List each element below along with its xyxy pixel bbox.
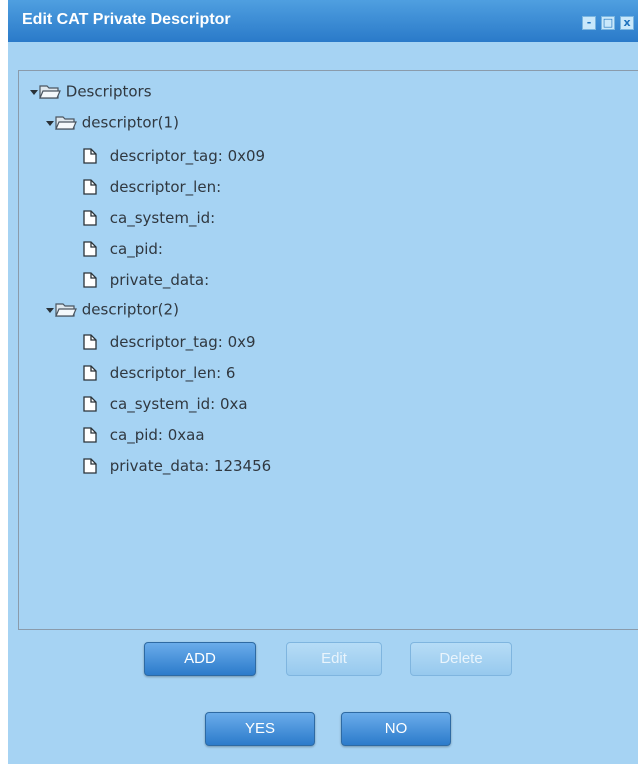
tree-leaf-ca-system-id[interactable]: ca_system_id: 0xa <box>83 391 248 415</box>
file-icon <box>83 364 97 381</box>
tree-node-label: descriptor(1) <box>81 113 179 132</box>
edit-cat-private-descriptor-window: Edit CAT Private Descriptor - □ x Descri… <box>8 0 638 764</box>
tree-leaf-descriptor-len[interactable]: descriptor_len: <box>83 174 221 198</box>
expand-arrow-icon[interactable] <box>29 87 39 97</box>
file-icon <box>83 271 97 288</box>
tree-leaf-label: private_data: 123456 <box>109 456 272 475</box>
tree-leaf-ca-pid[interactable]: ca_pid: 0xaa <box>83 422 205 446</box>
close-button[interactable]: x <box>620 16 634 30</box>
tree-leaf-label: ca_system_id: <box>109 208 216 227</box>
tree-leaf-descriptor-tag[interactable]: descriptor_tag: 0x9 <box>83 329 256 353</box>
file-icon <box>83 333 97 350</box>
tree-node-label: descriptor(2) <box>81 300 179 319</box>
folder-open-icon <box>55 115 77 130</box>
tree-leaf-label: ca_pid: 0xaa <box>109 425 205 444</box>
close-icon: x <box>623 16 631 29</box>
folder-open-icon <box>55 302 77 317</box>
tree-node-descriptors[interactable]: Descriptors <box>29 79 152 103</box>
file-icon <box>83 457 97 474</box>
tree-leaf-private-data[interactable]: private_data: 123456 <box>83 453 271 477</box>
tree-leaf-private-data[interactable]: private_data: <box>83 267 209 291</box>
expand-arrow-icon[interactable] <box>45 305 55 315</box>
delete-button[interactable]: Delete <box>410 642 512 676</box>
tree-leaf-label: ca_pid: <box>109 239 163 258</box>
folder-open-icon <box>39 84 61 99</box>
no-button[interactable]: NO <box>341 712 451 746</box>
file-icon <box>83 209 97 226</box>
file-icon <box>83 147 97 164</box>
edit-button[interactable]: Edit <box>286 642 382 676</box>
maximize-icon: □ <box>602 16 614 29</box>
descriptor-tree[interactable]: Descriptors descriptor(1) descriptor_tag… <box>18 70 638 630</box>
file-icon <box>83 426 97 443</box>
minimize-icon: - <box>586 16 592 29</box>
tree-leaf-label: descriptor_len: <box>109 177 222 196</box>
tree-leaf-label: descriptor_tag: 0x9 <box>109 332 256 351</box>
tree-leaf-label: private_data: <box>109 270 210 289</box>
title-bar[interactable]: Edit CAT Private Descriptor - □ x <box>8 0 638 42</box>
add-button[interactable]: ADD <box>144 642 256 676</box>
expand-arrow-icon[interactable] <box>45 118 55 128</box>
tree-leaf-descriptor-len[interactable]: descriptor_len: 6 <box>83 360 235 384</box>
window-title: Edit CAT Private Descriptor <box>22 11 231 28</box>
tree-leaf-label: ca_system_id: 0xa <box>109 394 248 413</box>
tree-leaf-ca-pid[interactable]: ca_pid: <box>83 236 163 260</box>
file-icon <box>83 240 97 257</box>
maximize-button[interactable]: □ <box>601 16 615 30</box>
tree-leaf-ca-system-id[interactable]: ca_system_id: <box>83 205 215 229</box>
tree-node-label: Descriptors <box>65 82 152 101</box>
tree-leaf-label: descriptor_len: 6 <box>109 363 236 382</box>
yes-button[interactable]: YES <box>205 712 315 746</box>
file-icon <box>83 178 97 195</box>
tree-leaf-label: descriptor_tag: 0x09 <box>109 146 266 165</box>
minimize-button[interactable]: - <box>582 16 596 30</box>
tree-node-descriptor-2[interactable]: descriptor(2) <box>45 297 179 321</box>
tree-node-descriptor-1[interactable]: descriptor(1) <box>45 110 179 134</box>
file-icon <box>83 395 97 412</box>
tree-leaf-descriptor-tag[interactable]: descriptor_tag: 0x09 <box>83 143 265 167</box>
